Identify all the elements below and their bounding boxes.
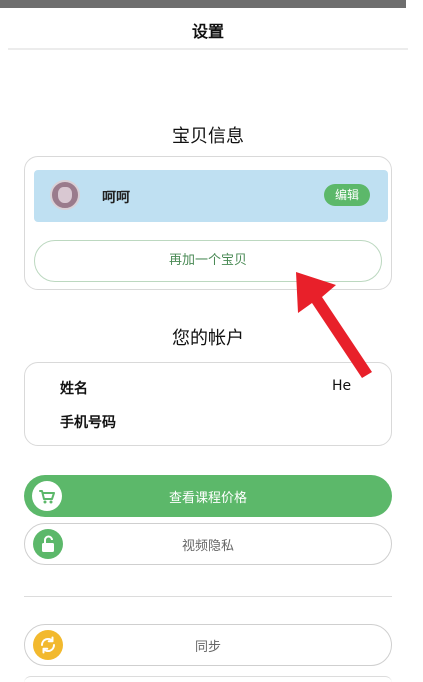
video-privacy-button[interactable]: 视频隐私 xyxy=(24,523,392,565)
account-card xyxy=(24,362,392,446)
sync-label: 同步 xyxy=(194,639,221,655)
header-divider xyxy=(8,48,408,50)
video-privacy-label: 视频隐私 xyxy=(181,538,234,554)
page-title: 设置 xyxy=(191,22,224,41)
baby-name: 呵呵 xyxy=(102,190,130,206)
name-value: He xyxy=(332,378,352,394)
status-bar xyxy=(0,0,406,8)
edit-button[interactable]: 编辑 xyxy=(324,184,370,206)
phone-label[interactable]: 手机号码 xyxy=(60,412,116,432)
name-label: 姓名 xyxy=(60,381,88,397)
course-price-label: 查看课程价格 xyxy=(168,490,247,506)
view-course-price-button[interactable]: 查看课程价格 xyxy=(24,475,392,517)
account-section-title: 您的帐户 xyxy=(172,328,244,349)
next-item-edge xyxy=(24,676,392,682)
baby-avatar xyxy=(50,180,80,210)
settings-screen: 设置 宝贝信息 呵呵 编辑 再加一个宝贝 您的帐户 姓名 He 手机号码 查看课… xyxy=(0,0,423,682)
sync-button[interactable]: 同步 xyxy=(24,624,392,666)
avatar-face xyxy=(58,187,72,203)
baby-row[interactable]: 呵呵 编辑 xyxy=(34,170,388,222)
section-divider xyxy=(24,596,392,597)
baby-section-title: 宝贝信息 xyxy=(172,126,244,147)
add-baby-button[interactable]: 再加一个宝贝 xyxy=(34,240,382,282)
